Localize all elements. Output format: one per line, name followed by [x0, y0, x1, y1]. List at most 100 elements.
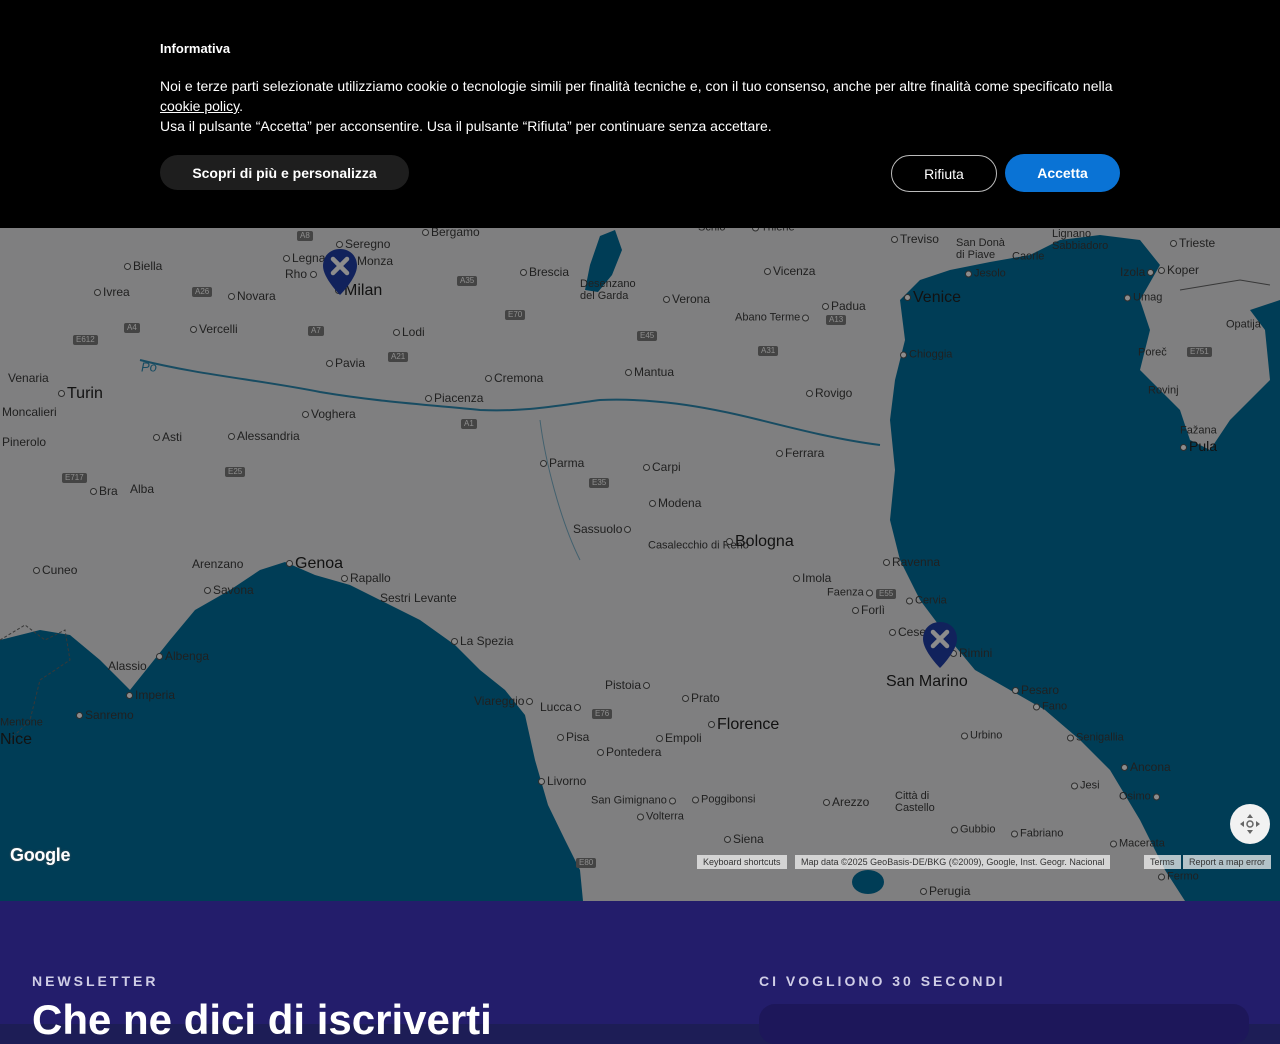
city-label: Verona [663, 293, 710, 305]
keyboard-shortcuts-link[interactable]: Keyboard shortcuts [697, 855, 787, 869]
city-label: Urbino [961, 730, 1002, 742]
city-label: Izola [1120, 266, 1156, 278]
road-shield: A21 [388, 352, 409, 362]
city-label: Jesolo [965, 268, 1006, 280]
cookie-banner-text: Noi e terze parti selezionate utilizziam… [160, 76, 1130, 136]
city-label: Faenza [827, 587, 875, 599]
cookie-text-part: . [239, 98, 244, 114]
city-label: Jesi [1071, 780, 1100, 792]
road-shield: A35 [457, 276, 478, 286]
road-shield: E70 [505, 310, 526, 320]
map-pin-rimini[interactable] [922, 621, 958, 669]
city-label: Brescia [520, 266, 569, 278]
road-shield: A8 [297, 231, 313, 241]
city-label: Vicenza [764, 265, 815, 277]
city-label: Macerata [1110, 838, 1165, 850]
road-shield: E612 [73, 335, 98, 345]
map-camera-control[interactable] [1230, 804, 1270, 844]
city-label: Fabriano [1011, 828, 1063, 840]
road-shield: E80 [576, 858, 597, 868]
city-label: Savona [204, 584, 254, 596]
city-label: Bra [90, 485, 118, 497]
city-label: Cervia [906, 595, 947, 607]
accept-button[interactable]: Accetta [1005, 154, 1120, 192]
city-label: Asti [153, 431, 182, 443]
city-label: Turin [58, 386, 103, 402]
city-label: Florence [708, 717, 779, 733]
road-shield: A26 [192, 287, 213, 297]
city-label: Volterra [637, 811, 684, 823]
city-label: Carpi [643, 461, 681, 473]
city-label: Venice [904, 290, 961, 306]
city-label: Biella [124, 260, 162, 272]
city-label: Venaria [8, 371, 49, 385]
map-pin-milan[interactable] [322, 248, 358, 296]
city-label: San Donà di Piave [956, 237, 1005, 261]
city-label: Lucca [540, 701, 583, 713]
city-label: Voghera [302, 408, 356, 420]
city-label: La Spezia [451, 635, 513, 647]
city-label: Pinerolo [2, 435, 47, 449]
city-label: Rovigo [806, 387, 852, 399]
cookie-banner: Informativa Noi e terze parti selezionat… [0, 0, 1280, 228]
city-label: Osimo [1119, 791, 1162, 803]
newsletter-label: NEWSLETTER [32, 973, 159, 989]
city-label: Ancona [1121, 761, 1171, 773]
cookie-text-instructions: Usa il pulsante “Accetta” per acconsenti… [160, 118, 772, 134]
city-label: Livorno [538, 775, 586, 787]
city-label: Arezzo [823, 796, 869, 808]
road-shield: E45 [637, 331, 658, 341]
city-label: Treviso [891, 233, 939, 245]
city-label: Ferrara [776, 447, 824, 459]
newsletter-form-box[interactable] [759, 1004, 1249, 1044]
road-shield: A4 [124, 323, 140, 333]
city-label: Senigallia [1067, 732, 1124, 744]
road-shield: E751 [1187, 347, 1212, 357]
road-shield: E76 [592, 709, 613, 719]
report-map-error-link[interactable]: Report a map error [1183, 855, 1272, 869]
city-label: Pesaro [1012, 684, 1059, 696]
city-label: Alessandria [228, 430, 300, 442]
terms-link[interactable]: Terms [1144, 855, 1181, 869]
city-label: Padua [822, 300, 866, 312]
city-label: Cuneo [33, 564, 77, 576]
city-label: Fažana [1180, 424, 1217, 437]
city-label: Pisa [557, 731, 589, 743]
road-shield: E55 [876, 589, 897, 599]
city-label: Sestri Levante [380, 591, 457, 605]
road-shield: A1 [461, 419, 477, 429]
city-label: Alba [130, 482, 155, 496]
seconds-label: CI VOGLIONO 30 SECONDI [759, 973, 1006, 989]
road-shield: A7 [308, 326, 324, 336]
newsletter-heading: Che ne dici di iscriverti [32, 996, 492, 1043]
city-label: Viareggio [474, 695, 535, 707]
city-label: Umag [1124, 292, 1162, 304]
city-label: Poreč [1138, 346, 1167, 359]
city-label: Novara [228, 290, 276, 302]
city-label: Moncalieri [2, 405, 57, 419]
learn-more-customize-button[interactable]: Scopri di più e personalizza [160, 155, 409, 190]
road-shield: A31 [758, 346, 779, 356]
cookie-banner-title: Informativa [160, 41, 231, 56]
city-label: Pontedera [597, 746, 661, 758]
city-label: Empoli [656, 732, 702, 744]
city-label: Imola [793, 572, 831, 584]
google-logo: Google [10, 845, 71, 865]
city-label: Siena [724, 833, 764, 845]
city-label: Parma [540, 457, 584, 469]
city-label: Genoa [286, 556, 343, 572]
cookie-policy-link[interactable]: cookie policy [160, 98, 239, 114]
city-label: Sassuolo [573, 523, 633, 535]
city-label: Gubbio [951, 824, 995, 836]
city-label: Lignano Sabbiadoro [1052, 228, 1109, 252]
city-label: Opatija [1226, 318, 1261, 331]
city-label: Ravenna [883, 556, 940, 568]
city-label: Pistoia [605, 679, 652, 691]
reject-button[interactable]: Rifiuta [891, 155, 997, 192]
city-label: Poggibonsi [692, 794, 755, 806]
city-label: Rovinj [1148, 384, 1179, 397]
city-label: Abano Terme [735, 312, 811, 324]
city-label: Nice [0, 731, 33, 748]
city-label: Mentone [0, 716, 43, 729]
city-label: Pavia [326, 357, 365, 369]
